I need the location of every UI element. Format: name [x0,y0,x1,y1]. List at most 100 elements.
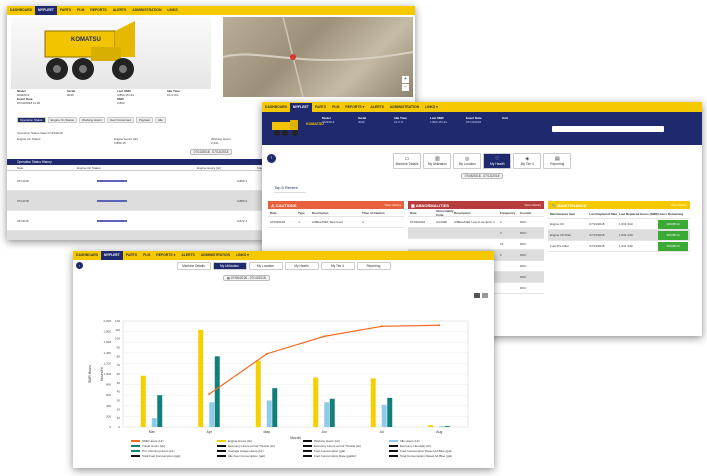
maintenance-history-link[interactable]: View History [670,203,687,207]
bar-travel-hours-hr--jul[interactable] [387,397,393,427]
nav-item-3[interactable]: PLM [74,6,87,15]
nav-item-5[interactable]: ALERTS [367,103,387,112]
tab-my-tier-4[interactable]: ◈ My Tier 4 [513,153,542,169]
bar-travel-hours-hr--aug[interactable] [444,426,450,427]
bar-engine-hours-hr--jul[interactable] [370,378,376,427]
tab-machine-details[interactable]: ▭ Machine Details [392,153,422,169]
tab-my-location[interactable]: ◎ My Location [453,153,482,169]
nav-item-0[interactable]: DASHBOARD [7,6,35,15]
filter-chip[interactable]: Operation Status [17,117,46,123]
table-row[interactable]: 07/09/2018 ⚠ AdBlue/DEF Tank level 4 [268,217,404,228]
table-row[interactable]: Engine Oil 07/13/2018 1,631.3/Hr 209.88 Hr [548,219,690,230]
smr-hours-point[interactable] [380,325,383,328]
filter-chip[interactable]: Payload [136,117,153,123]
legend-item[interactable]: Fuel Consumption Rate (gal/Hr) [303,454,385,458]
chart-type-icon[interactable] [474,293,480,298]
bar-engine-hours-hr--jun[interactable] [313,377,319,427]
nav-item-6[interactable]: ADMINISTRATION [198,251,233,260]
date-range-picker[interactable]: 07/13/2018 - 07/13/2018 [189,149,233,155]
tab-my-location[interactable]: My Location [248,262,283,270]
smr-hours-point[interactable] [208,393,211,396]
nav-item-2[interactable]: PARTS [57,6,74,15]
legend-item[interactable]: Economy Hours at Full Throttle (Hr) [217,444,299,448]
filter-chip[interactable]: Engine On Status [47,117,78,123]
bar-travel-hours-hr--mar[interactable] [157,395,163,427]
nav-item-2[interactable]: PARTS [312,103,329,112]
nav-item-0[interactable]: DASHBOARD [262,103,290,112]
tab-my-tier-4[interactable]: My Tier 4 [320,262,355,270]
nav-item-3[interactable]: PLM [329,103,342,112]
smr-hours-point[interactable] [323,335,326,338]
back-button[interactable]: ‹ [267,154,276,163]
cautions-history-link[interactable]: View History [384,203,401,207]
unit-input[interactable] [552,126,664,132]
table-row[interactable]: 16 DNC [408,239,544,250]
smr-hours-point[interactable] [265,352,268,355]
legend-item[interactable]: Fuel Consumption Diesel Ad Blue (gal) [389,449,471,453]
bar-engine-hours-hr--mar[interactable] [140,375,146,427]
nav-item-6[interactable]: ADMINISTRATION [129,6,164,15]
map-zoom-in-button[interactable]: + [402,76,409,83]
tab-my-utilization[interactable]: My Utilization [212,262,247,270]
nav-item-2[interactable]: PARTS [123,251,140,260]
legend-item[interactable]: Travel Hours (Hr) [131,444,213,448]
legend-item[interactable]: Average Usage Hours (Hr) [217,449,299,453]
legend-item[interactable]: Fuel Consumption (gal) [303,449,385,453]
satellite-map[interactable]: + − [222,16,414,98]
filter-chip[interactable]: Fuel Consumed [106,117,135,123]
smr-hours-point[interactable] [438,324,441,327]
table-row[interactable]: Engine Oil Filter 07/13/2018 1,631.3/Hr 209… [548,230,690,241]
nav-item-7[interactable]: LINKS ▾ [422,103,441,112]
nav-item-4[interactable]: REPORTS ▾ [342,103,367,112]
nav-item-5[interactable]: ALERTS [110,6,130,15]
nav-item-3[interactable]: PLM [140,251,153,260]
legend-item[interactable]: P.O. Running Hours (Hr) [131,449,213,453]
nav-item-0[interactable]: DASHBOARD [73,251,101,260]
date-range-picker[interactable]: 07/06/2018 - 07/13/2018 [460,173,504,179]
nav-item-1[interactable]: MYFLEET [101,251,123,260]
tab-reporting[interactable]: ▤ Reporting [543,153,572,169]
bar-idle-hours-hr--jun[interactable] [324,402,330,427]
nav-item-4[interactable]: REPORTS ▾ [153,251,178,260]
legend-item[interactable]: Engine Hours (Hr) [217,439,299,443]
legend-item[interactable]: Idle Hours (Hr) [389,439,471,443]
bar-idle-hours-hr--jul[interactable] [381,404,387,427]
bar-engine-hours-hr--aug[interactable] [428,425,434,427]
filter-chip[interactable]: Idle [154,117,166,123]
legend-item[interactable]: Idle Fuel Consumption (gal) [217,454,299,458]
abnormalities-history-link[interactable]: View History [524,203,541,207]
table-row[interactable]: Fuel Pre-Filter 07/13/2018 1,631.3/Hr 209.8… [548,241,690,252]
tab-my-health[interactable]: My Health [284,262,319,270]
nav-item-1[interactable]: MYFLEET [35,6,57,15]
bar-travel-hours-hr--apr[interactable] [214,356,220,427]
export-icon[interactable] [482,293,488,298]
map-zoom-out-button[interactable]: − [402,84,409,91]
legend-item[interactable]: Economy Hours(E) (Hr) [389,444,471,448]
bar-travel-hours-hr--jun[interactable] [329,398,335,427]
back-button[interactable]: ‹ [76,262,83,269]
tab-machine-details[interactable]: Machine Details [176,262,211,270]
nav-item-5[interactable]: ALERTS [178,251,198,260]
nav-item-6[interactable]: ADMINISTRATION [387,103,422,112]
bar-engine-hours-hr--may[interactable] [255,360,261,427]
legend-item[interactable]: SMR Hours (Hr) [131,439,213,443]
bar-idle-hours-hr--may[interactable] [266,400,272,428]
nav-item-7[interactable]: LINKS ▾ [233,251,252,260]
table-row[interactable]: 4 DNC [408,228,544,239]
legend-item[interactable]: Total Fuel Consumption (gal) [131,454,213,458]
legend-item[interactable]: Total Consumption Diesel Ad Blue (gal) [389,454,471,458]
filter-chip[interactable]: Working Hours [79,117,105,123]
date-range-picker[interactable]: ▦ 07/06/2018 - 07/13/2018 [223,275,270,281]
legend-item[interactable]: Working Hours (Hr) [303,439,385,443]
bar-idle-hours-hr--aug[interactable] [439,426,445,427]
bar-idle-hours-hr--mar[interactable] [151,418,157,427]
nav-item-7[interactable]: LINKS [164,6,180,15]
tab-my-utilization[interactable]: ▥ My Utilization [423,153,452,169]
tab-reporting[interactable]: Reporting [356,262,391,270]
table-row[interactable]: 07/06/2018 CA3498 AdBlue/DEF Level Low Err… [408,217,544,228]
nav-item-1[interactable]: MYFLEET [290,102,312,112]
legend-item[interactable]: Economy Hours at Full Throttle (Hr) [303,444,385,448]
bar-engine-hours-hr--apr[interactable] [198,329,204,427]
bar-idle-hours-hr--apr[interactable] [209,402,215,427]
tab-my-health[interactable]: ♡ My Health [483,153,512,169]
